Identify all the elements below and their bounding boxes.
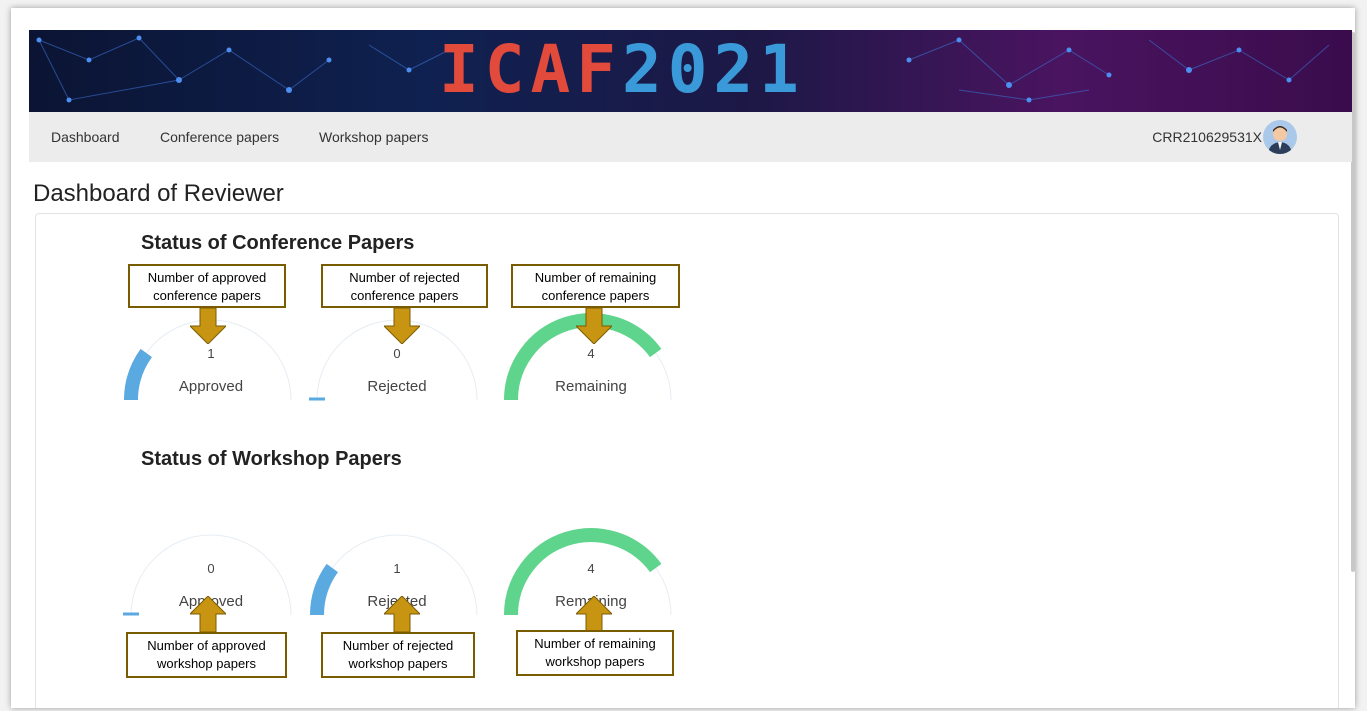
annotation-line: Number of rejected [349, 270, 460, 285]
avatar[interactable] [1263, 120, 1297, 154]
up-arrow-icon [384, 596, 420, 632]
down-arrow-icon [576, 308, 612, 344]
user-id[interactable]: CRR210629531X [1152, 129, 1262, 145]
user-avatar-icon [1268, 126, 1292, 154]
workshop-section-title: Status of Workshop Papers [141, 448, 402, 470]
gauge-value: 1 [207, 346, 215, 361]
browser-frame: ICAF2021 Dashboard Conference papers Wor… [11, 8, 1355, 708]
annotation-line: conference papers [153, 288, 261, 303]
gauge-value: 4 [587, 346, 595, 361]
banner-title: ICAF2021 [439, 32, 805, 108]
gauge-label: Approved [178, 378, 244, 395]
annotation-line: Number of remaining [534, 270, 657, 285]
down-arrow-icon [384, 308, 420, 344]
banner-title-part2: 2021 [621, 31, 805, 108]
gauge-label: Remaining [555, 378, 627, 395]
annotation-remaining-workshop: Number of remaining workshop papers [516, 630, 674, 676]
down-arrow-icon [190, 308, 226, 344]
annotation-line: Number of rejected [342, 638, 454, 653]
annotation-line: conference papers [350, 288, 459, 303]
annotation-line: workshop papers [545, 654, 645, 669]
gauge-value: 0 [393, 346, 401, 361]
up-arrow-icon [576, 596, 612, 632]
conference-banner: ICAF2021 [29, 30, 1352, 112]
annotation-line: Number of approved [147, 270, 267, 285]
nav-item-workshop-papers[interactable]: Workshop papers [319, 129, 428, 145]
annotation-approved-conference: Number of approved conference papers [128, 264, 286, 308]
annotation-remaining-conference: Number of remaining conference papers [511, 264, 680, 308]
conference-section-title: Status of Conference Papers [141, 232, 415, 254]
gauge-value: 4 [587, 561, 595, 576]
annotation-line: Number of approved [147, 638, 266, 653]
gauge-value: 0 [207, 561, 215, 576]
annotation-line: workshop papers [348, 656, 448, 671]
up-arrow-icon [190, 596, 226, 632]
banner-title-part1: ICAF [439, 31, 622, 108]
annotation-line: workshop papers [157, 656, 256, 671]
annotation-approved-workshop: Number of approved workshop papers [126, 632, 287, 678]
top-navbar: Dashboard Conference papers Workshop pap… [29, 112, 1352, 162]
annotation-rejected-conference: Number of rejected conference papers [321, 264, 488, 308]
annotation-line: conference papers [541, 288, 650, 303]
gauge-label: Rejected [367, 378, 427, 395]
annotation-line: Number of remaining [534, 636, 656, 651]
nav-item-dashboard[interactable]: Dashboard [51, 129, 120, 145]
page-title: Dashboard of Reviewer [33, 180, 284, 207]
gauge-value: 1 [393, 561, 401, 576]
annotation-rejected-workshop: Number of rejected workshop papers [321, 632, 475, 678]
nav-item-conference-papers[interactable]: Conference papers [160, 129, 279, 145]
